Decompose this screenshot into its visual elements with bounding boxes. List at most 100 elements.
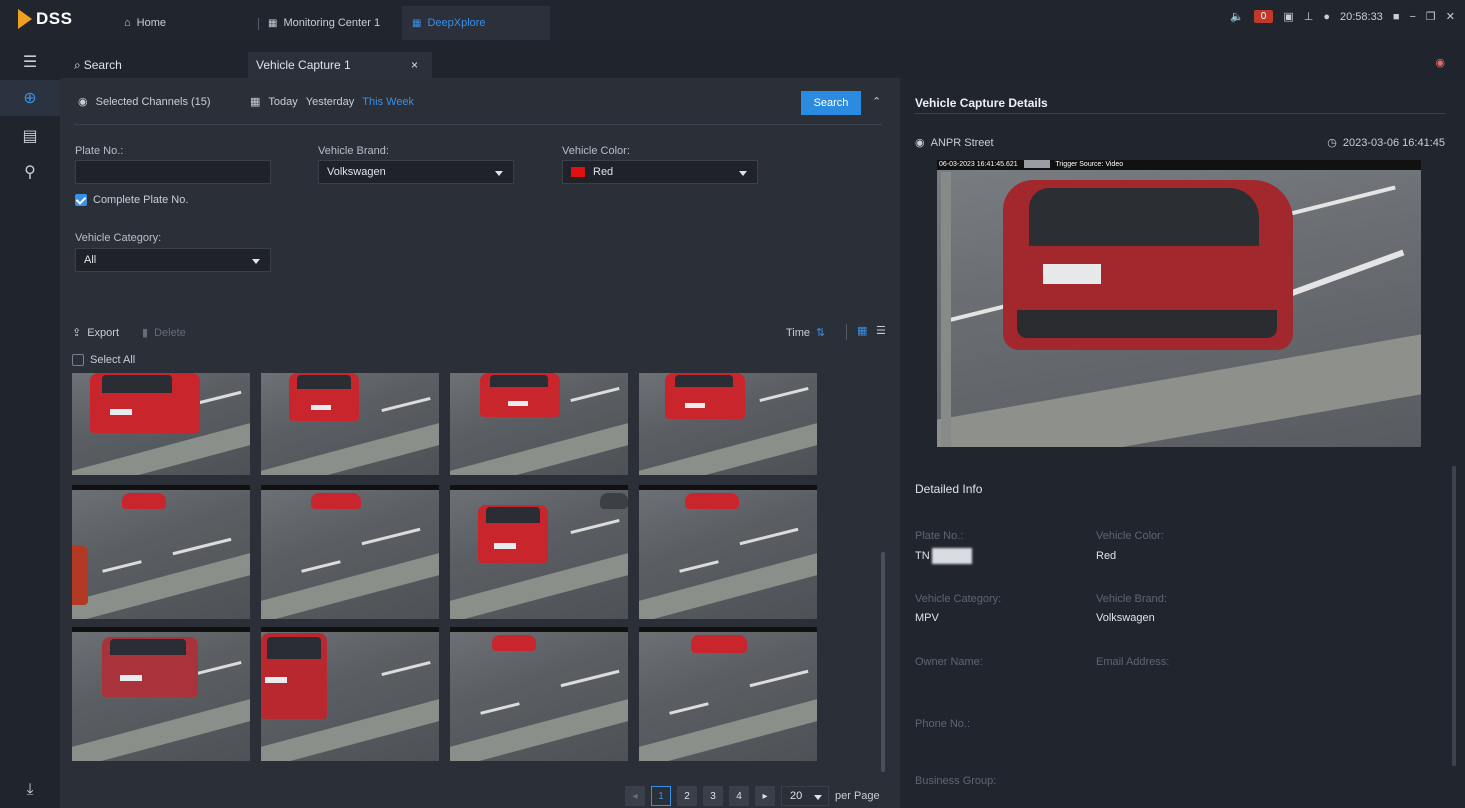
dropdown-caret-icon <box>739 171 747 176</box>
record-search-icon[interactable]: ▤ <box>0 118 60 154</box>
select-all-checkbox[interactable]: Select All <box>72 354 135 366</box>
color-swatch <box>571 167 585 177</box>
per-page-value: 20 <box>790 790 803 802</box>
category-label: Vehicle Category: <box>75 232 162 244</box>
tab-monitoring-center[interactable]: ▦ Monitoring Center 1 <box>258 6 390 40</box>
logo-text: DSS <box>36 9 73 28</box>
search-analytics-icon[interactable]: ⊕ <box>0 80 60 116</box>
capture-thumbnail[interactable] <box>450 373 628 475</box>
close-icon[interactable]: ✕ <box>1446 10 1455 23</box>
close-tab-icon[interactable]: × <box>411 58 418 72</box>
capture-thumbnail[interactable] <box>639 373 817 475</box>
speaker-icon[interactable]: 🔈 <box>1230 10 1244 23</box>
trash-icon: ▮ <box>142 327 149 339</box>
details-title: Vehicle Capture Details <box>915 96 1048 110</box>
person-location-icon[interactable]: ⚲ <box>0 154 60 190</box>
capture-thumbnail[interactable] <box>261 485 439 619</box>
prev-page-icon[interactable]: ◂ <box>625 786 645 806</box>
complete-plate-label: Complete Plate No. <box>93 194 189 206</box>
results-scrollbar[interactable] <box>881 552 885 772</box>
dropdown-caret-icon <box>252 259 260 264</box>
download-icon[interactable]: ⤓ <box>0 772 60 808</box>
date-shortcuts: ▦ Today Yesterday This Week <box>250 95 414 109</box>
detailed-info-heading: Detailed Info <box>915 482 983 496</box>
search-button[interactable]: Search <box>801 91 861 115</box>
title-bar: DSS ⌂ Home ▦ Monitoring Center 1 ▦ DeepX… <box>0 0 1465 40</box>
channel-selector-label: Selected Channels (15) <box>95 95 211 108</box>
capture-thumbnail[interactable] <box>261 373 439 475</box>
capture-image[interactable]: 06-03-2023 16:41:45.621 Trigger Source: … <box>937 160 1421 447</box>
alarm-count-badge[interactable]: 0 <box>1253 10 1274 23</box>
list-view-icon[interactable]: ☰ <box>876 324 886 337</box>
capture-location-text: ANPR Street <box>930 136 994 149</box>
menu-icon[interactable]: ☰ <box>0 44 60 80</box>
page-button[interactable]: 2 <box>677 786 697 806</box>
color-label: Vehicle Color: <box>562 145 630 157</box>
plate-input[interactable] <box>75 160 271 184</box>
sort-time-label: Time <box>786 326 811 339</box>
user-icon[interactable]: ● <box>1323 11 1330 23</box>
capture-time: ◷ 2023-03-06 16:41:45 <box>1327 136 1445 150</box>
clock-icon: ◷ <box>1327 137 1337 149</box>
minimize-icon[interactable]: − <box>1409 11 1415 23</box>
network-icon[interactable]: ⊥ <box>1304 10 1314 23</box>
capture-thumbnail[interactable] <box>639 627 817 761</box>
page-button[interactable]: 4 <box>729 786 749 806</box>
date-today[interactable]: Today <box>268 96 297 108</box>
date-this-week[interactable]: This Week <box>362 96 414 108</box>
brand-select-value: Volkswagen <box>327 166 386 178</box>
location-pin-icon: ◉ <box>78 96 88 108</box>
category-info-value: MPV <box>915 612 939 624</box>
capture-thumbnail[interactable] <box>639 485 817 619</box>
delete-button[interactable]: ▮ Delete <box>142 326 186 340</box>
sub-tabs: ⌕ Search Vehicle Capture 1 × ◉ <box>60 40 1465 78</box>
sort-time[interactable]: Time ⇅ <box>786 326 825 340</box>
details-panel: Vehicle Capture Details ◉ ANPR Street ◷ … <box>900 78 1465 808</box>
tab-deepxplore[interactable]: ▦ DeepXplore <box>402 6 550 40</box>
capture-thumbnail[interactable] <box>450 627 628 761</box>
restore-icon[interactable]: ❐ <box>1426 10 1436 23</box>
date-yesterday[interactable]: Yesterday <box>306 96 355 108</box>
collapse-chevron-icon[interactable]: ⌃ <box>872 95 881 108</box>
tab-vehicle-capture-label: Vehicle Capture 1 <box>256 58 351 72</box>
grid-view-icon[interactable]: ▦ <box>857 324 867 337</box>
checkbox-checked-icon[interactable] <box>75 194 87 206</box>
capture-thumbnail[interactable] <box>72 373 250 475</box>
brand-select[interactable]: Volkswagen <box>318 160 514 184</box>
tab-home-label: Home <box>136 17 166 29</box>
grid-icon: ▦ <box>412 17 422 29</box>
details-scrollbar[interactable] <box>1452 466 1456 766</box>
page-button[interactable]: 1 <box>651 786 671 806</box>
capture-thumbnail[interactable] <box>72 627 250 761</box>
tab-search-label: Search <box>83 58 122 72</box>
capture-location: ◉ ANPR Street <box>915 136 994 150</box>
tab-search[interactable]: ⌕ Search <box>66 52 130 78</box>
capture-thumbnail[interactable] <box>450 485 628 619</box>
complete-plate-checkbox[interactable]: Complete Plate No. <box>75 194 188 206</box>
next-page-icon[interactable]: ▸ <box>755 786 775 806</box>
per-page-label: per Page <box>835 790 880 802</box>
capture-thumbnail[interactable] <box>261 627 439 761</box>
tab-home[interactable]: ⌂ Home <box>114 6 176 40</box>
page-button[interactable]: 3 <box>703 786 723 806</box>
color-select[interactable]: Red <box>562 160 758 184</box>
filter-area: ◉ Selected Channels (15) ▦ Today Yesterd… <box>60 78 900 314</box>
pagination: ◂ 1 2 3 4 ▸ 20 per Page <box>625 786 880 806</box>
calendar-icon[interactable]: ▦ <box>250 95 260 108</box>
plate-prefix: TN <box>915 549 930 562</box>
channel-selector[interactable]: ◉ Selected Channels (15) <box>78 95 211 109</box>
category-select[interactable]: All <box>75 248 271 272</box>
color-info-value: Red <box>1096 550 1117 562</box>
capture-thumbnail[interactable] <box>72 485 250 619</box>
tab-vehicle-capture[interactable]: Vehicle Capture 1 × <box>248 52 432 78</box>
notification-bell-icon[interactable]: ◉ <box>1435 56 1445 69</box>
per-page-select[interactable]: 20 <box>781 786 829 806</box>
email-info-label: Email Address: <box>1096 656 1170 668</box>
checkbox-unchecked-icon[interactable] <box>72 354 84 366</box>
message-icon[interactable]: ▣ <box>1283 10 1293 23</box>
dss-logo: DSS <box>18 9 72 29</box>
category-info-label: Vehicle Category: <box>915 593 1002 605</box>
lock-icon[interactable]: ■ <box>1393 11 1400 23</box>
dropdown-caret-icon <box>814 795 822 800</box>
export-button[interactable]: ⇪ Export <box>72 326 119 340</box>
